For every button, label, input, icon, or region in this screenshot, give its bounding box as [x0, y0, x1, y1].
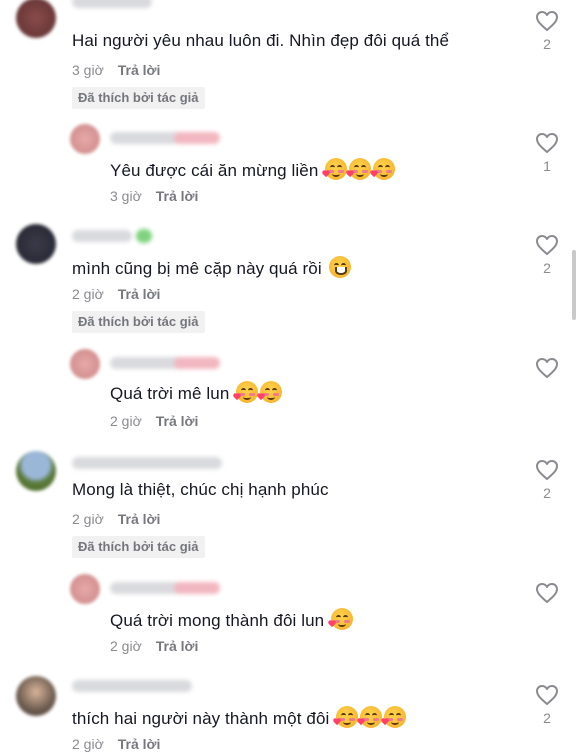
comment-text-content: mình cũng bị mê cặp này quá rồi: [72, 259, 322, 278]
like-count: 1: [543, 158, 551, 174]
like-button[interactable]: 2: [532, 10, 562, 52]
liked-by-creator-badge: Đã thích bởi tác giả: [72, 536, 205, 558]
heart-outline-icon[interactable]: [535, 234, 559, 256]
smiling-face-with-hearts-icon: [358, 706, 383, 728]
comment-text-content: thích hai người này thành một đôi: [72, 709, 330, 728]
avatar[interactable]: [16, 224, 56, 264]
like-button[interactable]: 2: [532, 234, 562, 276]
liked-by-creator-badge: Đã thích bởi tác giả: [72, 311, 205, 333]
comment-text-content: Quá trời mê lun: [110, 384, 230, 403]
reply-button[interactable]: Trả lời: [118, 736, 161, 752]
comment-text: Hai người yêu nhau luôn đi. Nhìn đẹp đôi…: [72, 31, 450, 50]
like-button[interactable]: 2: [532, 459, 562, 501]
username-blurred[interactable]: [72, 0, 152, 8]
like-button[interactable]: 1: [532, 132, 562, 174]
like-count: 2: [543, 260, 551, 276]
like-button[interactable]: [532, 582, 562, 604]
reply-button[interactable]: Trả lời: [118, 62, 161, 78]
heart-outline-icon[interactable]: [535, 582, 559, 604]
avatar[interactable]: [16, 0, 56, 38]
heart-outline-icon[interactable]: [535, 459, 559, 481]
comment-meta: 3 giờ Trả lời: [110, 188, 198, 204]
comment-text: Quá trời mê lun: [110, 381, 283, 405]
comment-text: Yêu được cái ăn mừng liền: [110, 158, 396, 182]
comment-time: 3 giờ: [72, 62, 104, 78]
comment-text: Mong là thiệt, chúc chị hạnh phúc: [72, 480, 329, 499]
comment-meta: 3 giờ Trả lời: [72, 62, 160, 78]
comment-text-content: Yêu được cái ăn mừng liền: [110, 161, 319, 180]
username-blurred[interactable]: [110, 132, 220, 144]
smiling-face-with-hearts-icon: [334, 706, 359, 728]
avatar[interactable]: [70, 124, 100, 154]
smiling-face-with-hearts-icon: [347, 158, 372, 180]
like-count: 2: [543, 710, 551, 726]
comment-text: thích hai người này thành một đôi: [72, 706, 407, 730]
reply-button[interactable]: Trả lời: [156, 413, 199, 429]
comment-time: 3 giờ: [110, 188, 142, 204]
like-button[interactable]: [532, 357, 562, 379]
reply-button[interactable]: Trả lời: [118, 511, 161, 527]
like-count: 2: [543, 485, 551, 501]
username-blurred[interactable]: [110, 582, 220, 594]
comment-meta: 2 giờ Trả lời: [110, 638, 198, 654]
like-button[interactable]: 2: [532, 684, 562, 726]
avatar[interactable]: [70, 349, 100, 379]
username-blurred[interactable]: [72, 229, 152, 243]
comment-time: 2 giờ: [72, 736, 104, 752]
heart-outline-icon[interactable]: [535, 132, 559, 154]
grinning-face-icon: [328, 256, 351, 278]
scrollbar[interactable]: [572, 250, 576, 320]
comment-meta: 2 giờ Trả lời: [72, 511, 160, 527]
reply-button[interactable]: Trả lời: [156, 188, 199, 204]
comment-time: 2 giờ: [72, 511, 104, 527]
comment-text: mình cũng bị mê cặp này quá rồi: [72, 256, 351, 280]
heart-outline-icon[interactable]: [535, 684, 559, 706]
comment-time: 2 giờ: [72, 286, 104, 302]
like-count: 2: [543, 36, 551, 52]
avatar[interactable]: [16, 451, 56, 491]
username-blurred[interactable]: [72, 457, 222, 469]
avatar[interactable]: [70, 574, 100, 604]
smiling-face-with-hearts-icon: [371, 158, 396, 180]
smiling-face-with-hearts-icon: [258, 381, 283, 403]
username-blurred[interactable]: [110, 357, 220, 369]
liked-by-creator-badge: Đã thích bởi tác giả: [72, 87, 205, 109]
heart-outline-icon[interactable]: [535, 10, 559, 32]
comment-meta: 2 giờ Trả lời: [72, 286, 160, 302]
comment-meta: 2 giờ Trả lời: [72, 736, 160, 752]
comment-text: Quá trời mong thành đôi lun: [110, 608, 354, 632]
comment-meta: 2 giờ Trả lời: [110, 413, 198, 429]
comment-time: 2 giờ: [110, 638, 142, 654]
smiling-face-with-hearts-icon: [234, 381, 259, 403]
comment-time: 2 giờ: [110, 413, 142, 429]
username-blurred[interactable]: [72, 680, 192, 692]
smiling-face-with-hearts-icon: [328, 608, 354, 630]
comment-text-content: Quá trời mong thành đôi lun: [110, 611, 325, 630]
reply-button[interactable]: Trả lời: [118, 286, 161, 302]
smiling-face-with-hearts-icon: [382, 706, 407, 728]
smiling-face-with-hearts-icon: [323, 158, 348, 180]
reply-button[interactable]: Trả lời: [156, 638, 199, 654]
heart-outline-icon[interactable]: [535, 357, 559, 379]
avatar[interactable]: [16, 676, 56, 716]
